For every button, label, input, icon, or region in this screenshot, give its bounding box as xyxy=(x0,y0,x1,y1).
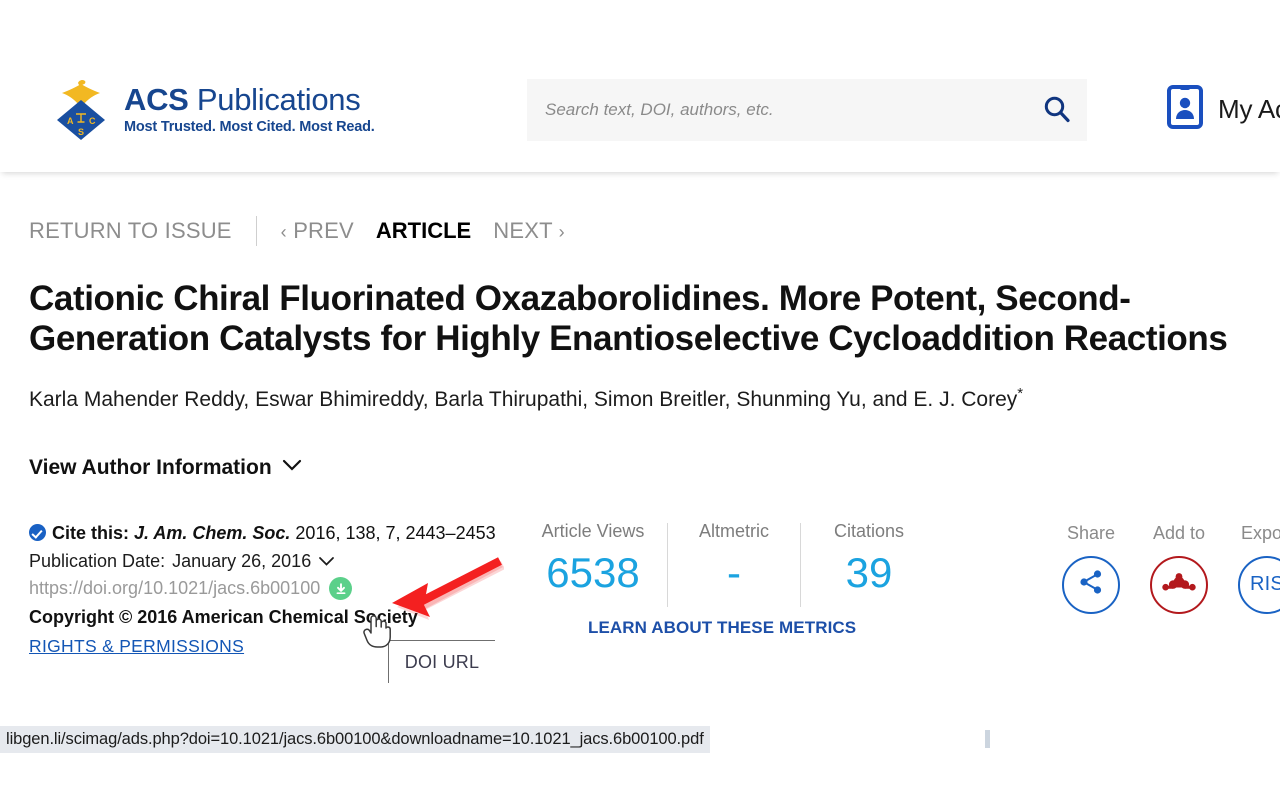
svg-text:A: A xyxy=(67,116,74,126)
search-icon xyxy=(1042,94,1072,127)
metric-label: Altmetric xyxy=(698,521,769,541)
view-author-information-toggle[interactable]: View Author Information xyxy=(29,456,302,480)
svg-text:C: C xyxy=(89,116,96,126)
svg-text:S: S xyxy=(78,127,84,137)
status-bar-url: libgen.li/scimag/ads.php?doi=10.1021/jac… xyxy=(6,730,704,748)
publication-date-row[interactable]: Publication Date: January 26, 2016 xyxy=(29,549,499,575)
id-badge-person-icon xyxy=(1166,84,1204,135)
publication-date-value: January 26, 2016 xyxy=(172,550,312,571)
share-nodes-icon xyxy=(1076,567,1106,602)
metric-value: 39 xyxy=(845,548,893,596)
search-bar xyxy=(527,79,1087,141)
download-circle-icon[interactable] xyxy=(329,577,353,601)
search-input[interactable] xyxy=(527,100,1027,120)
article-actions: Share Add to Expo RIS xyxy=(1055,523,1280,614)
publication-date-label: Publication Date: xyxy=(29,550,166,571)
article-navigation: RETURN TO ISSUE ‹ PREV ARTICLE NEXT › xyxy=(29,214,565,248)
doi-url-link[interactable]: https://doi.org/10.1021/jacs.6b00100 xyxy=(29,576,320,602)
logo-tagline: Most Trusted. Most Cited. Most Read. xyxy=(124,119,375,136)
export-action: Export RIS xyxy=(1231,523,1280,614)
cite-this-label: Cite this: xyxy=(52,523,130,543)
citation-block: Cite this: J. Am. Chem. Soc. 2016, 138, … xyxy=(29,521,499,660)
search-button[interactable] xyxy=(1027,79,1087,141)
next-article-link[interactable]: NEXT › xyxy=(493,218,565,244)
article-authors: Karla Mahender Reddy, Eswar Bhimireddy, … xyxy=(29,384,1129,413)
prev-article-label: PREV xyxy=(293,218,354,243)
nav-divider xyxy=(255,216,257,246)
metric-value: 6538 xyxy=(546,548,640,596)
site-header: A C S ACS Publications Most Trusted. Mos… xyxy=(0,0,1280,172)
cite-this-line: Cite this: J. Am. Chem. Soc. 2016, 138, … xyxy=(29,521,499,547)
metric-label: Citations xyxy=(833,521,905,541)
chevron-left-icon: ‹ xyxy=(280,222,287,242)
metric-label: Article Views xyxy=(541,521,645,541)
journal-name: J. Am. Chem. Soc. xyxy=(134,523,291,543)
logo-wordmark: ACS Publications Most Trusted. Most Cite… xyxy=(124,81,375,137)
ris-export-icon: RIS xyxy=(1250,573,1280,596)
add-to-action: Add to xyxy=(1143,523,1215,614)
metrics-panel: Article Views 6538 Altmetric - Citations… xyxy=(519,521,937,607)
tooltip-text: DOI URL xyxy=(404,651,480,672)
text-caret-artifact xyxy=(985,730,990,748)
logo-brand-main: ACS xyxy=(124,81,189,117)
metric-value: - xyxy=(727,548,741,596)
logo-title: ACS Publications xyxy=(124,81,375,117)
ris-export-button[interactable]: RIS xyxy=(1238,555,1280,614)
share-label: Share xyxy=(1066,523,1116,543)
share-action: Share xyxy=(1055,523,1127,614)
acs-diamond-eagle-logo-icon: A C S xyxy=(48,78,114,142)
article-page: A C S ACS Publications Most Trusted. Mos… xyxy=(0,0,1280,800)
citation-details: 2016, 138, 7, 2443–2453 xyxy=(295,523,496,543)
chevron-right-icon: › xyxy=(558,222,565,242)
verified-check-icon xyxy=(29,524,46,541)
mendeley-icon xyxy=(1162,569,1196,600)
share-button[interactable] xyxy=(1062,555,1120,614)
chevron-down-icon xyxy=(282,459,302,477)
return-to-issue-link[interactable]: RETURN TO ISSUE xyxy=(29,218,232,244)
browser-status-bar: libgen.li/scimag/ads.php?doi=10.1021/jac… xyxy=(0,726,710,753)
metric-article-views: Article Views 6538 xyxy=(519,521,667,596)
learn-about-metrics-link[interactable]: LEARN ABOUT THESE METRICS xyxy=(588,618,856,638)
export-label: Export xyxy=(1240,523,1280,543)
doi-row: https://doi.org/10.1021/jacs.6b00100 xyxy=(29,576,499,602)
authors-list: Karla Mahender Reddy, Eswar Bhimireddy, … xyxy=(29,388,1018,411)
corresponding-author-marker: * xyxy=(1017,385,1024,402)
my-account-link[interactable]: My Account xyxy=(1166,84,1280,135)
current-article-label: ARTICLE xyxy=(375,218,472,243)
prev-article-link[interactable]: ‹ PREV xyxy=(281,218,354,244)
my-account-label: My Account xyxy=(1218,94,1280,124)
next-article-label: NEXT xyxy=(493,218,553,243)
copyright-text: Copyright © 2016 American Chemical Socie… xyxy=(29,606,418,627)
add-to-label: Add to xyxy=(1152,523,1206,543)
doi-url-tooltip: DOI URL xyxy=(388,640,495,683)
acs-publications-logo[interactable]: A C S ACS Publications Most Trusted. Mos… xyxy=(48,78,375,142)
rights-and-permissions-link[interactable]: RIGHTS & PERMISSIONS xyxy=(29,634,244,659)
chevron-down-icon xyxy=(318,549,335,575)
article-title: Cationic Chiral Fluorinated Oxazaborolid… xyxy=(29,279,1228,358)
logo-brand-sub: Publications xyxy=(196,81,361,117)
mendeley-button[interactable] xyxy=(1150,555,1208,614)
metric-altmetric: Altmetric - xyxy=(668,521,800,596)
view-author-information-label: View Author Information xyxy=(29,456,272,479)
metric-citations: Citations 39 xyxy=(801,521,937,596)
